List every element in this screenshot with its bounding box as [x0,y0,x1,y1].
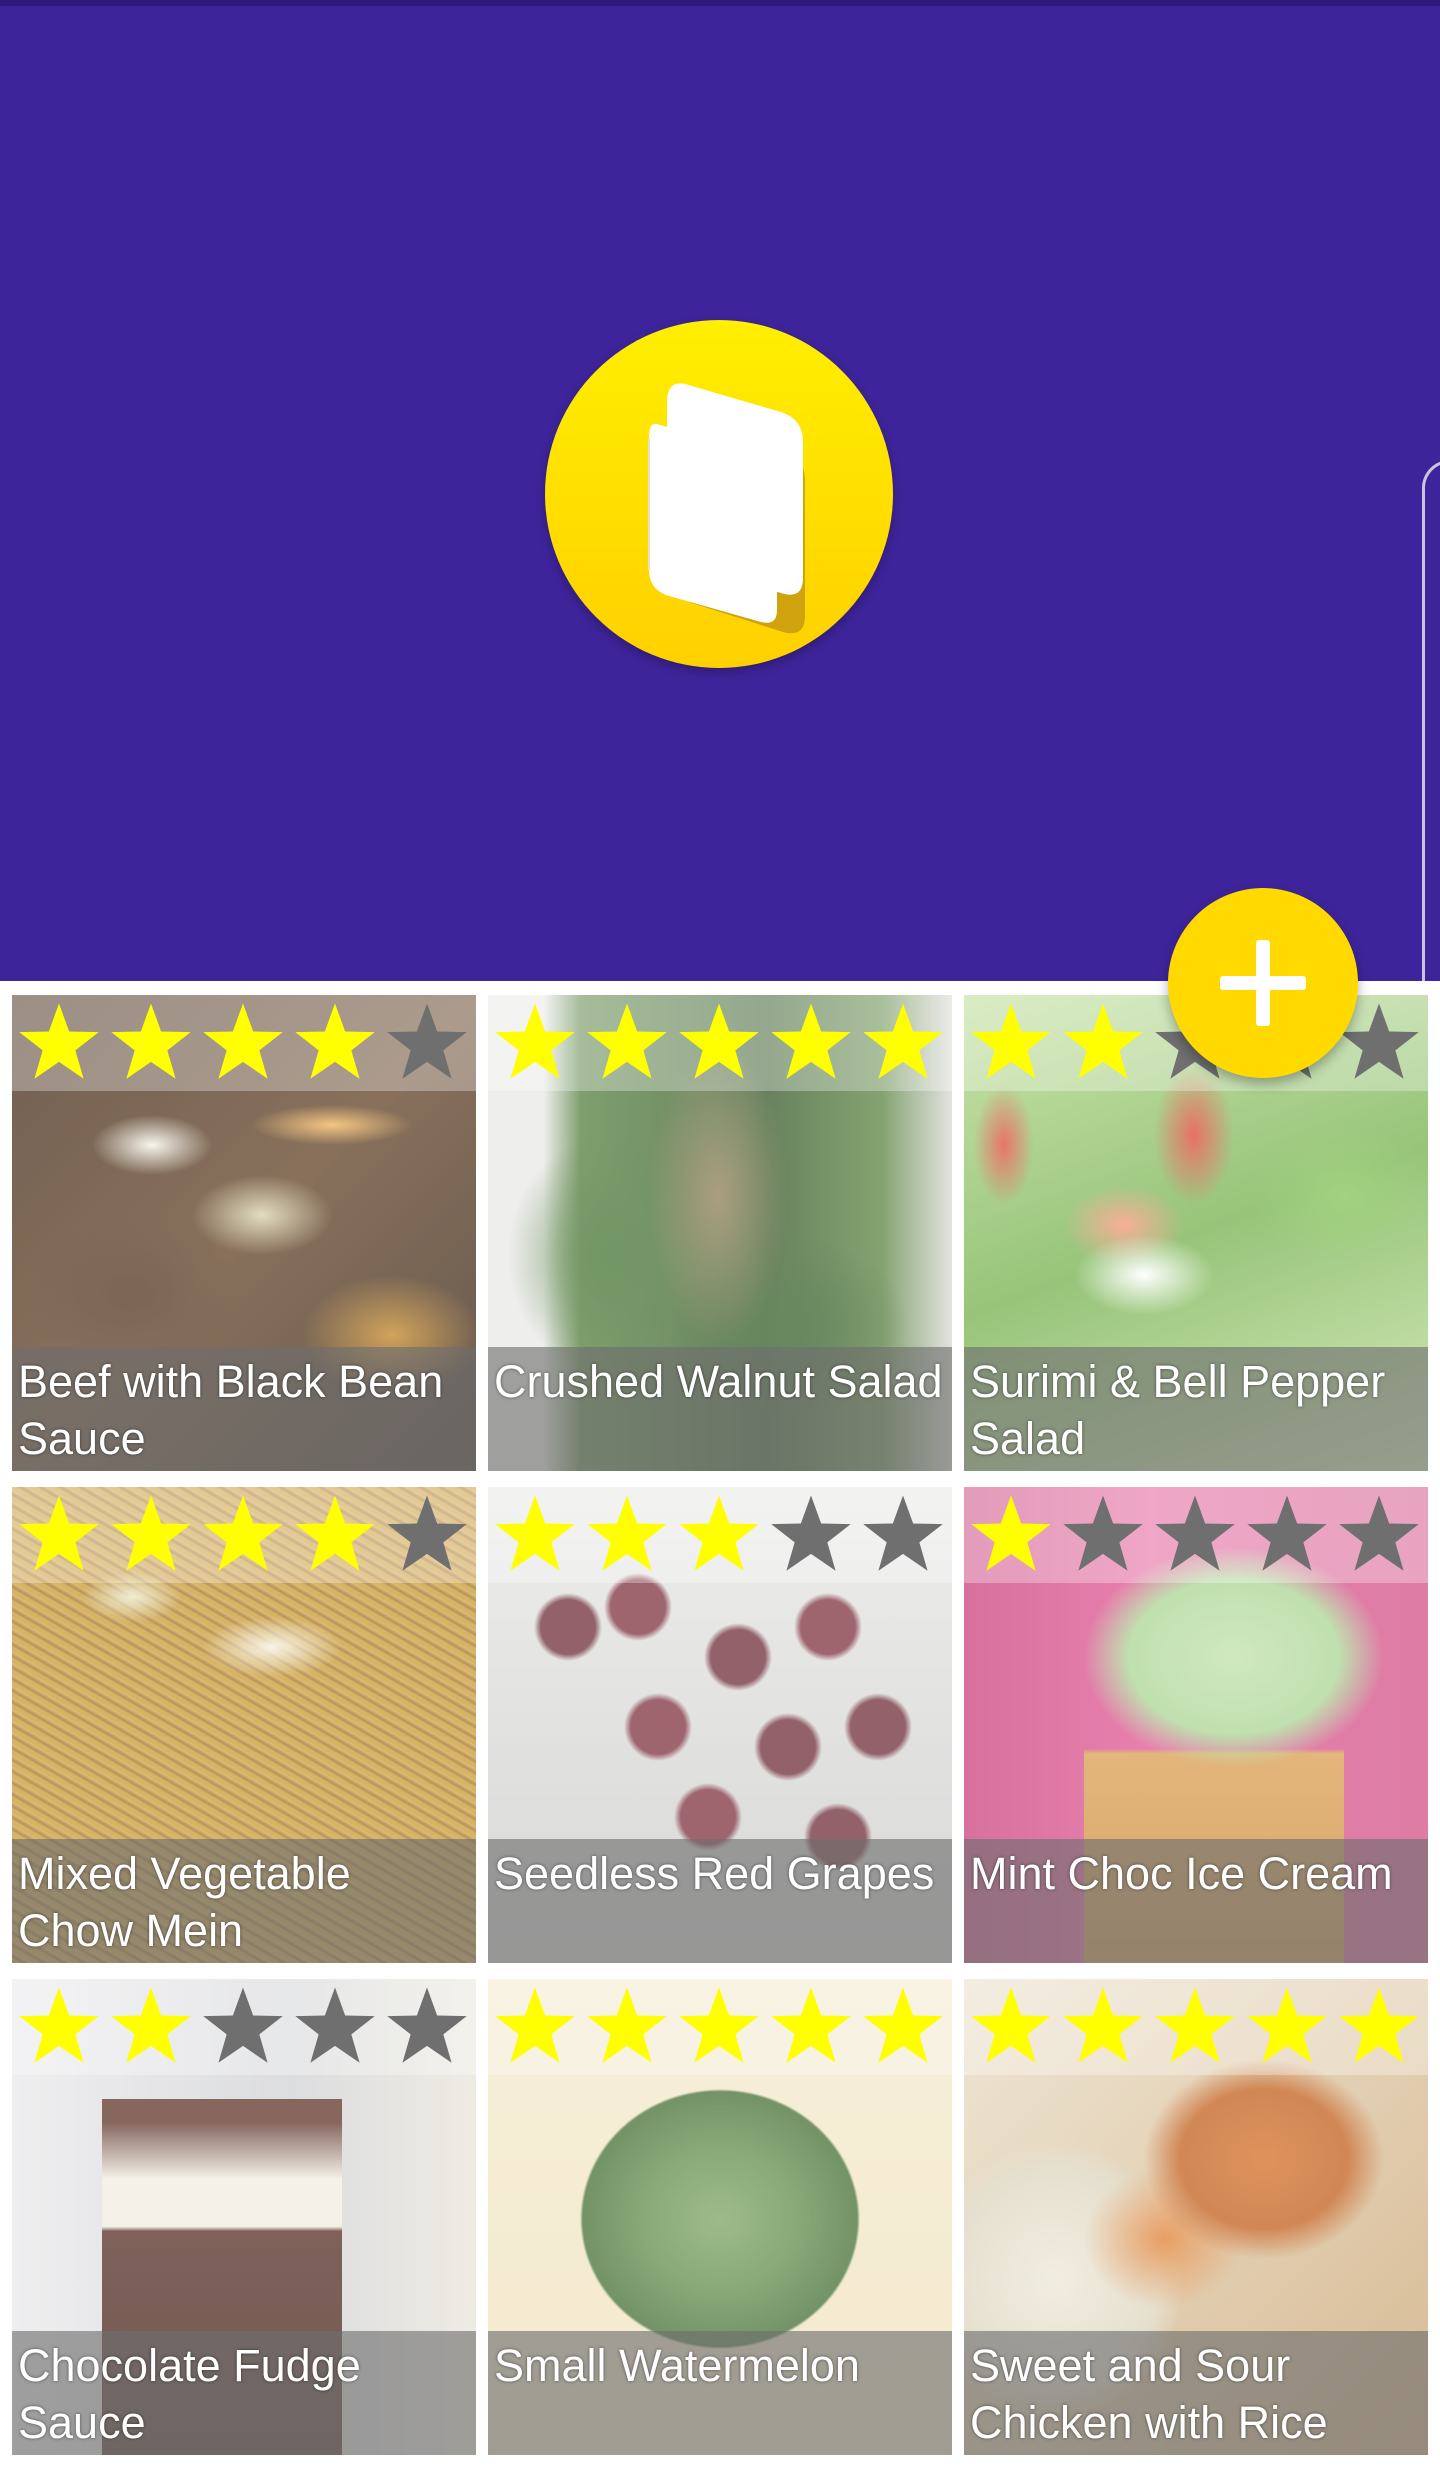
recipe-tile[interactable]: Mixed Vegetable Chow Mein [12,1487,476,1963]
star-filled-icon[interactable] [292,1492,378,1578]
recipe-name: Small Watermelon [494,2340,860,2391]
star-empty-icon[interactable] [1336,1492,1422,1578]
star-filled-icon[interactable] [968,1984,1054,2070]
star-empty-icon[interactable] [768,1492,854,1578]
star-empty-icon[interactable] [384,1492,470,1578]
star-filled-icon[interactable] [1244,1984,1330,2070]
star-filled-icon[interactable] [1060,1000,1146,1086]
star-filled-icon[interactable] [968,1000,1054,1086]
star-filled-icon[interactable] [108,1492,194,1578]
star-filled-icon[interactable] [584,1000,670,1086]
star-empty-icon[interactable] [1152,1492,1238,1578]
star-filled-icon[interactable] [16,1984,102,2070]
star-filled-icon[interactable] [676,1492,762,1578]
star-filled-icon[interactable] [584,1984,670,2070]
star-filled-icon[interactable] [492,1000,578,1086]
star-empty-icon[interactable] [200,1984,286,2070]
plus-icon [1220,940,1306,1026]
recipe-name: Crushed Walnut Salad [494,1356,943,1407]
recipe-name: Chocolate Fudge Sauce [18,2340,361,2448]
recipe-tile[interactable]: Seedless Red Grapes [488,1487,952,1963]
star-rating[interactable] [488,995,952,1091]
star-rating[interactable] [12,1979,476,2075]
recipe-tile[interactable]: Crushed Walnut Salad [488,995,952,1471]
recipe-name: Beef with Black Bean Sauce [18,1356,444,1464]
star-rating[interactable] [12,995,476,1091]
recipe-tile[interactable]: Chocolate Fudge Sauce [12,1979,476,2455]
star-filled-icon[interactable] [16,1000,102,1086]
star-filled-icon[interactable] [860,1000,946,1086]
star-filled-icon[interactable] [1060,1984,1146,2070]
add-recipe-button[interactable] [1168,888,1358,1078]
recipe-tile[interactable]: Mint Choc Ice Cream [964,1487,1428,1963]
star-filled-icon[interactable] [676,1000,762,1086]
app-logo [545,320,893,668]
star-empty-icon[interactable] [384,1000,470,1086]
star-filled-icon[interactable] [108,1000,194,1086]
star-filled-icon[interactable] [676,1984,762,2070]
star-filled-icon[interactable] [1152,1984,1238,2070]
star-empty-icon[interactable] [292,1984,378,2070]
star-filled-icon[interactable] [292,1000,378,1086]
star-rating[interactable] [964,1487,1428,1583]
star-rating[interactable] [488,1487,952,1583]
recipe-name: Seedless Red Grapes [494,1848,935,1899]
recipe-tile[interactable]: Small Watermelon [488,1979,952,2455]
star-filled-icon[interactable] [968,1492,1054,1578]
star-empty-icon[interactable] [1244,1492,1330,1578]
recipe-name: Surimi & Bell Pepper Salad [970,1356,1386,1464]
recipe-tile[interactable]: Beef with Black Bean Sauce [12,995,476,1471]
star-rating[interactable] [12,1487,476,1583]
star-filled-icon[interactable] [768,1984,854,2070]
star-empty-icon[interactable] [1060,1492,1146,1578]
recipe-name: Mint Choc Ice Cream [970,1848,1393,1899]
star-filled-icon[interactable] [492,1492,578,1578]
star-filled-icon[interactable] [584,1492,670,1578]
star-filled-icon[interactable] [768,1000,854,1086]
star-filled-icon[interactable] [16,1492,102,1578]
drawer-edge-handle[interactable] [1422,460,1440,1046]
star-filled-icon[interactable] [200,1000,286,1086]
star-filled-icon[interactable] [108,1984,194,2070]
recipe-name: Sweet and Sour Chicken with Rice [970,2340,1328,2448]
book-icon [648,383,805,634]
star-filled-icon[interactable] [200,1492,286,1578]
star-filled-icon[interactable] [860,1984,946,2070]
star-rating[interactable] [964,1979,1428,2075]
star-filled-icon[interactable] [492,1984,578,2070]
star-empty-icon[interactable] [384,1984,470,2070]
star-empty-icon[interactable] [860,1492,946,1578]
recipe-name: Mixed Vegetable Chow Mein [18,1848,351,1956]
star-rating[interactable] [488,1979,952,2075]
star-filled-icon[interactable] [1336,1984,1422,2070]
recipe-tile[interactable]: Sweet and Sour Chicken with Rice [964,1979,1428,2455]
